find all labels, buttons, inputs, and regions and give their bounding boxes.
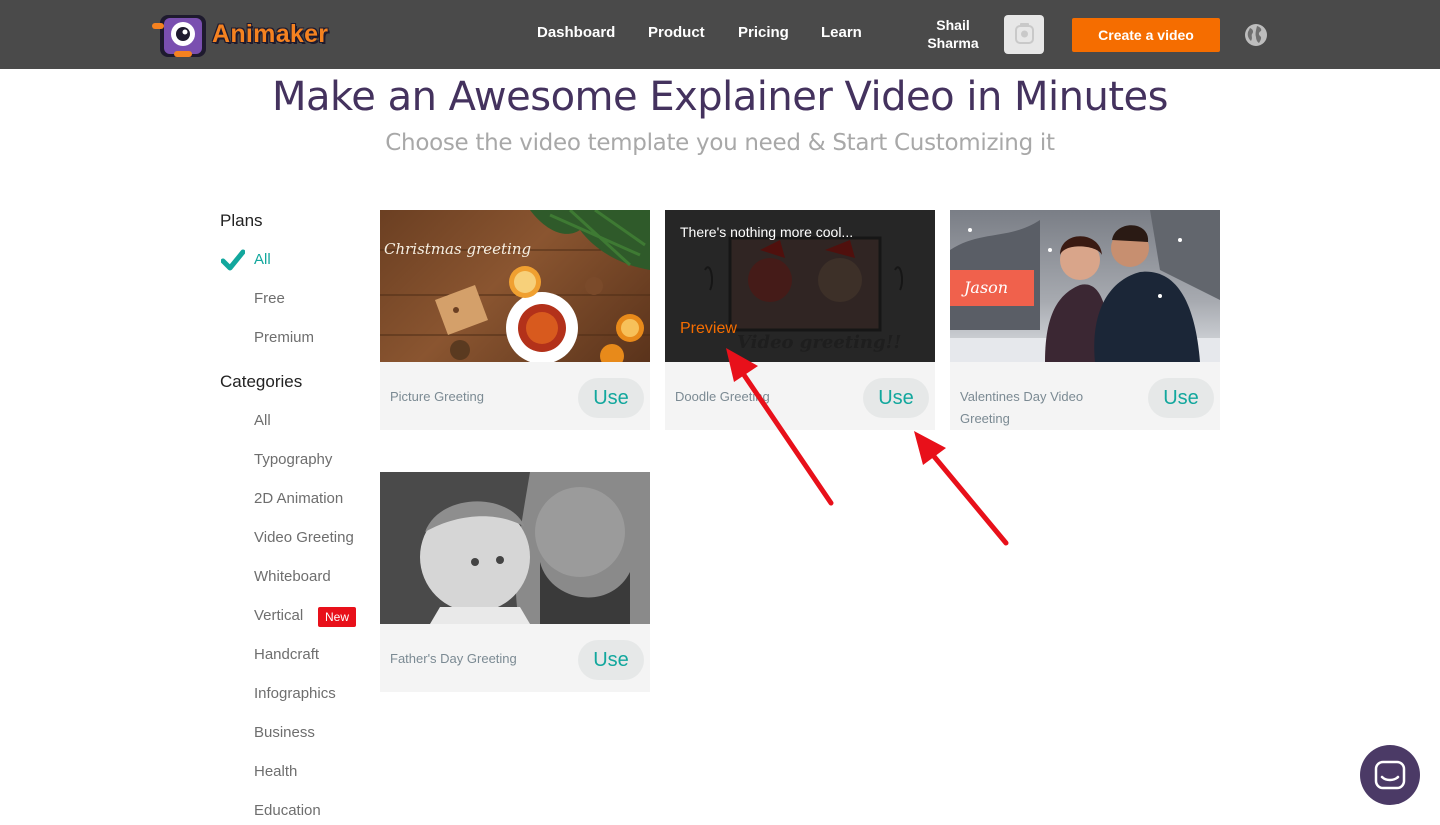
card-title: Father's Day Greeting (390, 651, 517, 666)
avatar-placeholder-icon (1015, 23, 1034, 44)
category-typography[interactable]: Typography (254, 451, 332, 468)
logo-mascot-icon (152, 15, 206, 57)
page-subtitle: Choose the video template you need & Sta… (385, 130, 1055, 156)
checkmark-icon (221, 249, 245, 271)
card-title: Doodle Greeting (675, 389, 770, 404)
template-thumbnail[interactable]: Video greeting!! There's nothing more co… (665, 210, 935, 362)
card-title: Valentines Day Video Greeting (960, 389, 1084, 426)
top-navbar: Animaker Dashboard Product Pricing Learn… (0, 0, 1440, 69)
plan-all[interactable]: All (254, 251, 271, 268)
card-title: Picture Greeting (390, 389, 484, 404)
nav-dashboard[interactable]: Dashboard (537, 24, 615, 41)
category-all[interactable]: All (254, 412, 271, 429)
globe-icon[interactable] (1244, 23, 1268, 47)
new-badge: New (318, 607, 356, 627)
template-thumbnail[interactable] (380, 472, 650, 624)
category-2d-animation[interactable]: 2D Animation (254, 490, 343, 507)
preview-link[interactable]: Preview (680, 320, 737, 338)
category-education[interactable]: Education (254, 802, 321, 819)
father-baby-photo-illustration (380, 472, 650, 624)
thumb-caption: Video greeting!! (737, 332, 902, 353)
nav-pricing[interactable]: Pricing (738, 24, 789, 41)
template-thumbnail[interactable]: Jason (950, 210, 1220, 362)
template-card[interactable]: Jason Valentines Day Video Greeting Use (950, 210, 1220, 430)
avatar[interactable] (1004, 15, 1044, 54)
plan-free[interactable]: Free (254, 290, 285, 307)
nav-product[interactable]: Product (648, 24, 705, 41)
thumb-caption: Jason (950, 270, 1034, 306)
template-card[interactable]: Video greeting!! There's nothing more co… (665, 210, 935, 430)
category-whiteboard[interactable]: Whiteboard (254, 568, 331, 585)
create-video-button[interactable]: Create a video (1072, 18, 1220, 52)
user-first-name: Shail (936, 17, 970, 33)
christmas-scene-illustration (380, 210, 650, 362)
category-infographics[interactable]: Infographics (254, 685, 336, 702)
categories-heading: Categories (220, 372, 303, 391)
chat-support-button[interactable] (1360, 745, 1420, 805)
category-business[interactable]: Business (254, 724, 315, 741)
category-vertical[interactable]: Vertical (254, 607, 303, 624)
category-health[interactable]: Health (254, 763, 297, 780)
category-handcraft[interactable]: Handcraft (254, 646, 319, 663)
user-last-name: Sharma (927, 35, 979, 51)
plan-premium[interactable]: Premium (254, 329, 314, 346)
logo-text: Animaker (212, 20, 329, 48)
arrow-to-use-icon (914, 431, 1009, 546)
use-button[interactable]: Use (578, 378, 644, 418)
template-card[interactable]: Christmas greeting Picture Greeting Use (380, 210, 650, 430)
use-button[interactable]: Use (578, 640, 644, 680)
nav-learn[interactable]: Learn (821, 24, 862, 41)
template-card[interactable]: Father's Day Greeting Use (380, 472, 650, 692)
plans-heading: Plans (220, 211, 263, 230)
chat-icon (1374, 760, 1406, 790)
template-thumbnail[interactable]: Christmas greeting (380, 210, 650, 362)
user-name[interactable]: Shail Sharma (910, 16, 996, 52)
use-button[interactable]: Use (1148, 378, 1214, 418)
thumb-title: There's nothing more cool... (680, 224, 854, 240)
use-button[interactable]: Use (863, 378, 929, 418)
page-title: Make an Awesome Explainer Video in Minut… (272, 74, 1168, 120)
category-video-greeting[interactable]: Video Greeting (254, 529, 354, 546)
thumb-caption: Christmas greeting (384, 240, 532, 258)
animaker-logo[interactable]: Animaker (150, 9, 340, 61)
